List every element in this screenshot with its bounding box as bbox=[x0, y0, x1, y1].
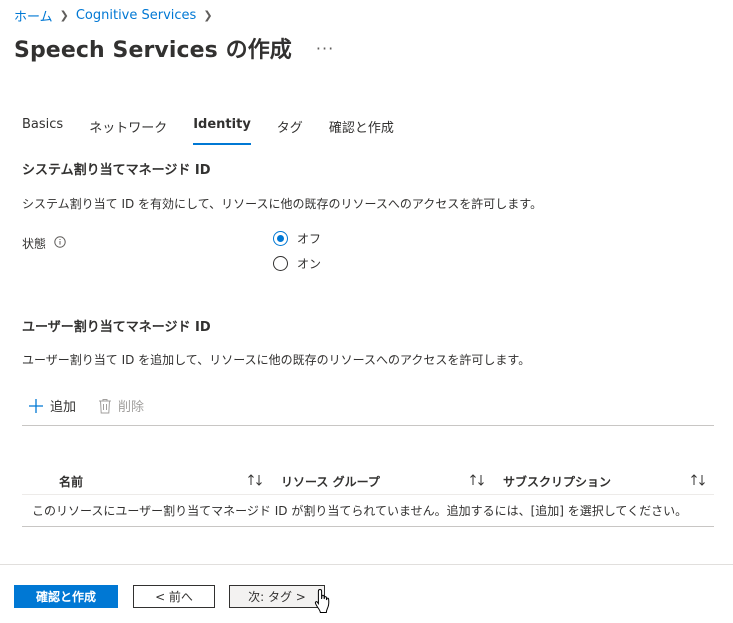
more-options-icon[interactable]: ··· bbox=[316, 39, 334, 58]
plus-icon bbox=[29, 398, 43, 413]
footer-divider bbox=[0, 564, 733, 565]
sort-icon bbox=[691, 474, 705, 486]
breadcrumb: ホーム ❯ Cognitive Services ❯ bbox=[14, 6, 220, 25]
chevron-right-icon: ❯ bbox=[203, 9, 213, 22]
user-identity-heading: ユーザー割り当てマネージド ID bbox=[22, 320, 211, 335]
delete-button-label: 削除 bbox=[118, 400, 145, 415]
previous-button[interactable]: < 前へ bbox=[133, 585, 215, 608]
next-tags-button[interactable]: 次: タグ > bbox=[229, 585, 325, 608]
status-radio-off[interactable]: オフ bbox=[273, 230, 321, 247]
sort-icon bbox=[248, 474, 262, 486]
tab-bar: Basics ネットワーク Identity タグ 確認と作成 bbox=[22, 117, 420, 145]
info-icon[interactable] bbox=[54, 236, 66, 251]
page: ホーム ❯ Cognitive Services ❯ Speech Servic… bbox=[0, 0, 733, 623]
column-header-name[interactable]: 名前 bbox=[22, 468, 271, 494]
table-empty-message: このリソースにユーザー割り当てマネージド ID が割り当てられていません。追加す… bbox=[22, 495, 714, 527]
breadcrumb-home[interactable]: ホーム bbox=[14, 6, 53, 25]
column-header-resource-group[interactable]: リソース グループ bbox=[271, 468, 493, 494]
status-radio-off-label: オフ bbox=[297, 232, 322, 246]
delete-button[interactable]: 削除 bbox=[92, 396, 144, 415]
hand-cursor-icon bbox=[314, 588, 330, 613]
column-resource-group-label: リソース グループ bbox=[281, 474, 380, 489]
status-radio-group: オフ オン bbox=[273, 230, 321, 280]
radio-dot bbox=[277, 235, 284, 242]
add-button[interactable]: 追加 bbox=[22, 396, 76, 415]
status-label: 状態 bbox=[22, 237, 47, 251]
status-radio-on-label: オン bbox=[297, 257, 322, 271]
tab-identity[interactable]: Identity bbox=[193, 117, 251, 145]
sort-icon bbox=[470, 474, 484, 486]
trash-icon bbox=[99, 398, 112, 413]
user-identity-description: ユーザー割り当て ID を追加して、リソースに他の既存のリソースへのアクセスを許… bbox=[22, 353, 531, 367]
chevron-right-icon: ❯ bbox=[59, 9, 69, 22]
status-label-row: 状態 bbox=[22, 235, 66, 252]
tab-tags[interactable]: タグ bbox=[277, 117, 303, 143]
review-create-button[interactable]: 確認と作成 bbox=[14, 585, 118, 608]
tab-review-create[interactable]: 確認と作成 bbox=[329, 117, 394, 143]
tab-basics[interactable]: Basics bbox=[22, 117, 63, 143]
add-button-label: 追加 bbox=[50, 400, 77, 415]
column-header-subscription[interactable]: サブスクリプション bbox=[493, 468, 714, 494]
column-subscription-label: サブスクリプション bbox=[503, 474, 612, 489]
system-identity-description: システム割り当て ID を有効にして、リソースに他の既存のリソースへのアクセスを… bbox=[22, 197, 543, 211]
table-header: 名前 リソース グループ サブスクリプション bbox=[22, 468, 714, 495]
page-title: Speech Services の作成 bbox=[14, 38, 292, 63]
identity-toolbar: 追加 削除 bbox=[22, 396, 714, 426]
breadcrumb-cognitive-services[interactable]: Cognitive Services bbox=[76, 8, 197, 23]
status-radio-on[interactable]: オン bbox=[273, 255, 321, 272]
column-name-label: 名前 bbox=[59, 474, 84, 489]
radio-unchecked-icon bbox=[273, 256, 288, 271]
title-row: Speech Services の作成 ··· bbox=[14, 32, 334, 64]
identity-table: 名前 リソース グループ サブスクリプション このリソースにユーザー割り当てマネ… bbox=[22, 468, 714, 527]
radio-checked-icon bbox=[273, 231, 288, 246]
system-identity-heading: システム割り当てマネージド ID bbox=[22, 163, 211, 178]
tab-network[interactable]: ネットワーク bbox=[89, 117, 167, 143]
